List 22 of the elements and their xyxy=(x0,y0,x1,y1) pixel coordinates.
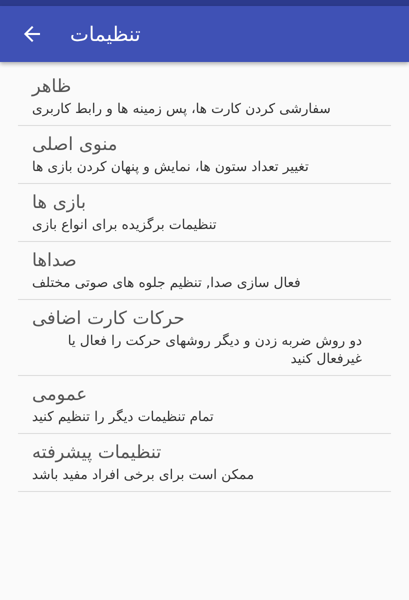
item-title: تنظیمات پیشرفته xyxy=(32,441,162,465)
item-title: عمومی xyxy=(32,383,88,407)
item-title: صداها xyxy=(32,249,77,273)
item-summary: تغییر تعداد ستون ها، نمایش و پنهان کردن بازی ها xyxy=(32,158,309,176)
settings-item[interactable]: حرکات کارت اضافی دو روش ضربه زدن و دیگر روشهای حرکت را فعال یا غیرفعال کنید xyxy=(18,300,391,376)
item-summary: تنظیمات برگزیده برای انواع بازی xyxy=(32,216,217,234)
settings-item[interactable]: صداها فعال سازی صدا, تنظیم جلوه های صوتی مختلف xyxy=(18,242,391,300)
settings-item[interactable]: بازی ها تنظیمات برگزیده برای انواع بازی xyxy=(18,184,391,242)
item-summary: سفارشی کردن کارت ها، پس زمینه ها و رابط کاربری xyxy=(32,100,331,118)
screen-title: تنظیمات xyxy=(70,22,141,46)
settings-item[interactable]: منوی اصلی تغییر تعداد ستون ها، نمایش و پنهان کردن بازی ها xyxy=(18,126,391,184)
item-title: منوی اصلی xyxy=(32,133,118,157)
settings-item[interactable]: تنظیمات پیشرفته ممکن است برای برخی افراد مفید باشد xyxy=(18,434,391,492)
settings-item[interactable]: عمومی تمام تنظیمات دیگر را تنظیم کنید xyxy=(18,376,391,434)
item-summary: دو روش ضربه زدن و دیگر روشهای حرکت را فعال یا غیرفعال کنید xyxy=(66,332,362,368)
settings-item[interactable]: ظاهر سفارشی کردن کارت ها، پس زمینه ها و رابط کاربری xyxy=(18,68,391,126)
item-summary: ممکن است برای برخی افراد مفید باشد xyxy=(32,466,254,484)
item-summary: فعال سازی صدا, تنظیم جلوه های صوتی مختلف xyxy=(32,274,301,292)
item-title: حرکات کارت اضافی xyxy=(32,307,185,331)
item-title: بازی ها xyxy=(32,191,86,215)
item-title: ظاهر xyxy=(32,75,72,99)
item-summary: تمام تنظیمات دیگر را تنظیم کنید xyxy=(32,408,214,426)
